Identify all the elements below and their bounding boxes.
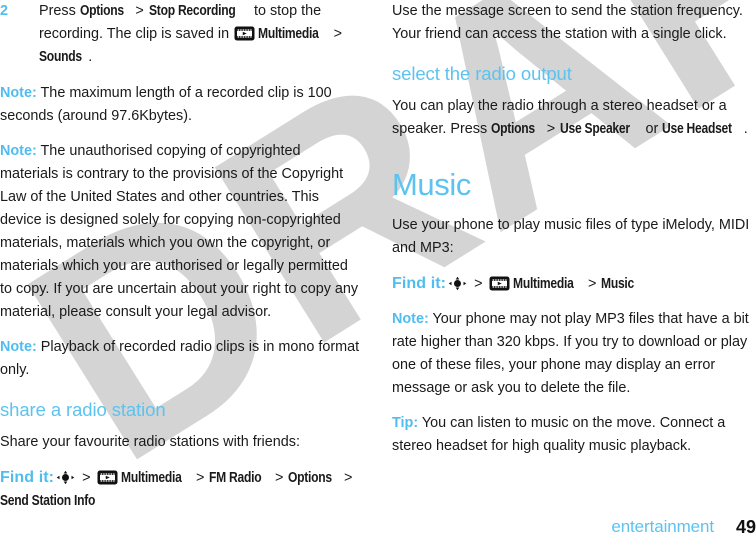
step2-text-pre: The clip is saved in bbox=[106, 26, 234, 42]
tip-music-on-the-move: Tip: You can listen to music on the move… bbox=[392, 412, 756, 458]
radio-output-post: . bbox=[743, 121, 748, 137]
menu-stop-recording: Stop Recording bbox=[148, 3, 236, 19]
menu-use-headset: Use Headset bbox=[662, 121, 733, 137]
menu-separator: > bbox=[470, 276, 487, 292]
note-text: Playback of recorded radio clips is in m… bbox=[0, 339, 360, 378]
menu-separator: > bbox=[542, 121, 560, 137]
step-text-pre: Press bbox=[39, 3, 80, 19]
heading-select-the-radio-output: select the radio output bbox=[392, 63, 572, 84]
menu-separator: > bbox=[78, 470, 95, 486]
menu-separator: > bbox=[191, 470, 209, 486]
heading-music: Music bbox=[392, 167, 471, 202]
note-max-length: Note: The maximum length of a recorded c… bbox=[0, 82, 362, 128]
note-lead: Note: bbox=[0, 143, 37, 159]
menu-options: Options bbox=[491, 121, 536, 137]
step-number: 2 bbox=[0, 3, 9, 19]
numbered-step-2: 2 Press Options > Stop Recording to stop… bbox=[0, 0, 362, 69]
page-footer: entertainment 49 bbox=[0, 511, 756, 539]
note-mono-playback: Note: Playback of recorded radio clips i… bbox=[0, 336, 362, 382]
tip-text: You can listen to music on the move. Con… bbox=[392, 415, 726, 454]
menu-options: Options bbox=[288, 470, 333, 486]
find-it-lead: Find it: bbox=[0, 469, 55, 486]
share-station-body: Use the message screen to send the stati… bbox=[392, 3, 743, 42]
menu-sounds: Sounds bbox=[39, 49, 82, 65]
radio-output-body: You can play the radio through a stereo … bbox=[392, 95, 756, 141]
nav-key-icon bbox=[56, 470, 75, 485]
multimedia-icon bbox=[489, 276, 510, 291]
note-mp3-bitrate: Note: Your phone may not play MP3 files … bbox=[392, 308, 756, 400]
radio-output-mid: or bbox=[641, 121, 663, 137]
menu-separator: > bbox=[583, 276, 601, 292]
find-it-lead: Find it: bbox=[392, 275, 447, 292]
menu-multimedia: Multimedia bbox=[512, 276, 574, 292]
note-copyright: Note: The unauthorised copying of copyri… bbox=[0, 140, 362, 324]
menu-fm-radio: FM Radio bbox=[209, 470, 262, 486]
menu-use-speaker: Use Speaker bbox=[560, 121, 630, 137]
menu-separator: > bbox=[339, 470, 353, 486]
note-lead: Note: bbox=[0, 85, 37, 101]
note-text: Your phone may not play MP3 files that h… bbox=[392, 311, 749, 396]
footer-page-number: 49 bbox=[735, 517, 756, 537]
footer-chapter-name: entertainment bbox=[611, 517, 714, 536]
tip-lead: Tip: bbox=[392, 415, 419, 431]
menu-separator: > bbox=[329, 26, 342, 42]
note-text: The unauthorised copying of copyrighted … bbox=[0, 143, 359, 320]
share-intro-text: Share your favourite radio stations with… bbox=[0, 434, 300, 450]
step2-text-post: . bbox=[88, 49, 93, 65]
multimedia-icon bbox=[234, 26, 255, 41]
find-it-share-station: Find it: > Multimedia > FM Radio > Optio… bbox=[0, 466, 362, 513]
music-intro-text: Use your phone to play music files of ty… bbox=[392, 217, 750, 256]
find-it-music: Find it: > Multimedia > Music bbox=[392, 272, 756, 296]
menu-send-station-info: Send Station Info bbox=[0, 493, 96, 509]
note-text: The maximum length of a recorded clip is… bbox=[0, 85, 332, 124]
menu-separator: > bbox=[271, 470, 288, 486]
note-lead: Note: bbox=[0, 339, 37, 355]
heading-share-a-radio-station: share a radio station bbox=[0, 399, 166, 420]
right-column: Use the message screen to send the stati… bbox=[392, 0, 756, 470]
menu-multimedia: Multimedia bbox=[258, 26, 319, 42]
menu-options: Options bbox=[79, 3, 124, 19]
manual-page: 2 Press Options > Stop Recording to stop… bbox=[0, 0, 756, 545]
note-lead: Note: bbox=[392, 311, 429, 327]
menu-music: Music bbox=[601, 276, 635, 292]
menu-multimedia: Multimedia bbox=[120, 470, 182, 486]
left-column: 2 Press Options > Stop Recording to stop… bbox=[0, 0, 362, 525]
nav-key-icon bbox=[448, 276, 467, 291]
multimedia-icon bbox=[97, 470, 118, 485]
menu-separator: > bbox=[131, 3, 148, 19]
